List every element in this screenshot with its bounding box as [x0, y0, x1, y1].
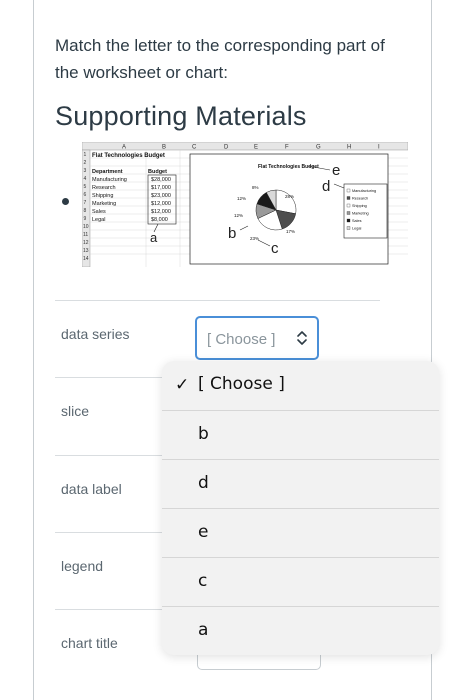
- legend-entry: Marketing: [352, 212, 369, 216]
- match-label: legend: [61, 558, 104, 574]
- option-label: a: [198, 620, 209, 640]
- sheet-budget: $12,000: [151, 209, 171, 215]
- sheet-header-department: Department: [92, 169, 123, 175]
- option-label: [ Choose ]: [198, 374, 285, 394]
- row-number: 7: [84, 200, 87, 206]
- col-header: A: [122, 145, 126, 151]
- legend-entry: Sales: [352, 219, 362, 223]
- option-a[interactable]: a: [162, 606, 439, 655]
- col-header: B: [162, 145, 166, 151]
- match-label: chart title: [61, 635, 118, 651]
- row-number: 3: [84, 168, 87, 174]
- row-number: 11: [83, 232, 88, 238]
- sheet-department: Shipping: [92, 193, 113, 199]
- col-header: G: [316, 145, 321, 151]
- callout-c: c: [271, 240, 279, 257]
- sheet-budget: $23,000: [151, 193, 171, 199]
- sheet-budget: $12,000: [151, 201, 171, 207]
- callout-d: d: [322, 178, 330, 195]
- sheet-header-budget: Budget: [148, 169, 167, 175]
- chevron-up-down-icon: [297, 331, 307, 345]
- row-number: 12: [83, 240, 89, 246]
- option-label: e: [198, 522, 209, 542]
- option-choose[interactable]: ✓ [ Choose ]: [162, 361, 439, 410]
- row-number: 5: [84, 184, 87, 190]
- col-header: F: [285, 145, 289, 151]
- col-header: H: [347, 145, 351, 151]
- option-d[interactable]: d: [162, 459, 439, 508]
- legend-swatch: [346, 203, 351, 208]
- sheet-department: Sales: [92, 209, 106, 215]
- row-number: 2: [84, 160, 87, 166]
- legend-entry: Manufacturing: [352, 189, 376, 193]
- sheet-department: Legal: [92, 217, 105, 223]
- col-header: E: [254, 145, 258, 151]
- legend-entry: Shipping: [352, 204, 367, 208]
- col-header: C: [192, 145, 197, 151]
- callout-b: b: [228, 225, 236, 242]
- select-value: [ Choose ]: [207, 331, 276, 348]
- legend-entry: Legal: [352, 227, 361, 231]
- row-number: 14: [83, 256, 89, 262]
- data-label: 12%: [234, 213, 243, 218]
- row-number: 6: [84, 192, 87, 198]
- list-bullet: [62, 198, 69, 205]
- sheet-department: Manufacturing: [92, 177, 127, 183]
- row-number: 4: [84, 176, 87, 182]
- col-header: D: [224, 145, 229, 151]
- sheet-title: Flat Technologies Budget: [92, 153, 165, 159]
- sheet-budget: $8,000: [151, 217, 168, 223]
- sheet-department: Research: [92, 185, 116, 191]
- data-label: 12%: [237, 196, 246, 201]
- legend-swatch: [346, 226, 351, 230]
- section-title: Supporting Materials: [55, 101, 307, 131]
- select-options-popup: ✓ [ Choose ] b d e c a: [162, 361, 439, 655]
- row-number: 8: [84, 208, 87, 214]
- option-label: c: [198, 571, 208, 591]
- match-label: data series: [61, 326, 130, 342]
- data-series-select[interactable]: [ Choose ]: [195, 316, 319, 360]
- worksheet-chart-image: A B C D E F G H I 1 2 3 4 5 6 7 8 9 10 1…: [82, 142, 408, 267]
- row-number: 13: [83, 248, 89, 254]
- callout-a: a: [150, 230, 158, 245]
- legend-swatch: [346, 211, 351, 215]
- question-instructions: Match the letter to the corresponding pa…: [55, 36, 385, 82]
- content-frame-left-border: [33, 0, 34, 700]
- data-label: 17%: [286, 229, 295, 234]
- data-label: 23%: [250, 236, 259, 241]
- sheet-budget: $28,000: [151, 177, 171, 183]
- option-label: b: [198, 424, 209, 444]
- option-e[interactable]: e: [162, 508, 439, 557]
- sheet-budget: $17,000: [151, 185, 171, 191]
- match-label: data label: [61, 481, 122, 497]
- option-b[interactable]: b: [162, 410, 439, 459]
- option-c[interactable]: c: [162, 557, 439, 606]
- row-number: 9: [84, 216, 87, 222]
- checkmark-icon: ✓: [175, 375, 190, 394]
- data-label: 8%: [252, 185, 259, 190]
- legend-swatch: [346, 218, 351, 223]
- legend-entry: Research: [352, 197, 368, 201]
- data-label: 28%: [285, 194, 294, 199]
- chart-title: Flat Technologies Budget: [258, 164, 319, 170]
- row-number: 10: [83, 224, 89, 230]
- row-number: 1: [84, 152, 87, 158]
- sheet-department: Marketing: [92, 201, 116, 207]
- legend-swatch: [346, 196, 351, 200]
- callout-e: e: [332, 162, 340, 179]
- match-label: slice: [61, 403, 90, 419]
- legend-swatch: [346, 188, 351, 193]
- option-label: d: [198, 473, 209, 493]
